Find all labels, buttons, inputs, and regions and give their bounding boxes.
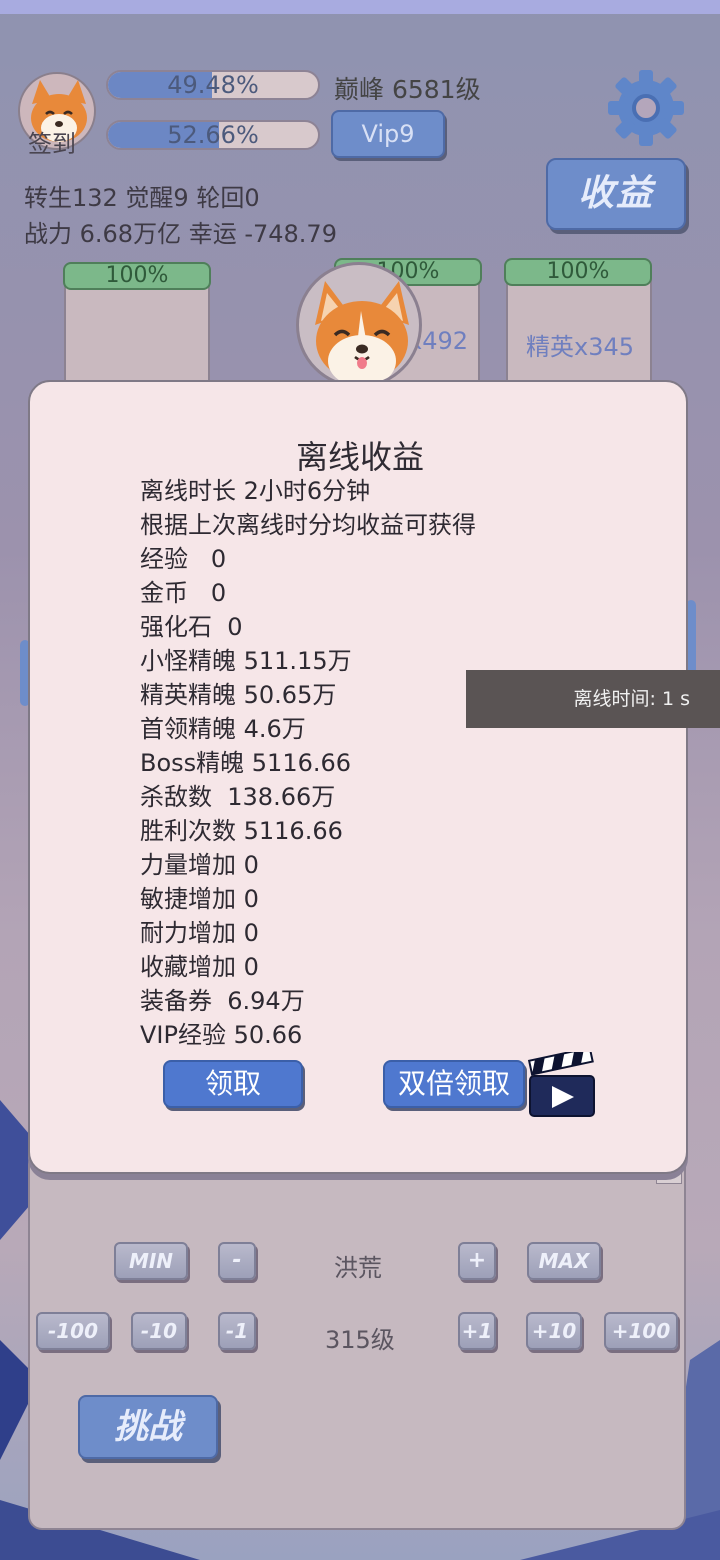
reward-strength: 力量增加 0 [140,851,259,879]
signin-label[interactable]: 签到 [28,124,76,159]
stage-level: 315级 [325,1326,395,1354]
challenge-button[interactable]: 挑战 [78,1395,218,1459]
vip-button[interactable]: Vip9 [331,110,445,158]
plus-10-button[interactable]: +10 [526,1312,582,1350]
plus-area-button[interactable]: + [458,1242,496,1280]
reward-agility: 敏捷增加 0 [140,885,259,913]
peak-level: 巅峰 6581级 [334,75,481,104]
card-1-progress: 100% [63,262,211,290]
dialog-title: 离线收益 [295,438,424,476]
reward-elite-soul: 精英精魄 50.65万 [140,681,337,709]
reward-enhance-stone: 强化石 0 [140,613,243,641]
gear-icon[interactable] [606,68,686,148]
reward-minion-soul: 小怪精魄 511.15万 [140,647,352,675]
reward-list: 离线时长 2小时6分钟 根据上次离线时分均收益可获得 经验 0 金币 0 强化石… [140,474,476,1052]
vip-progress-bar: 52.66% [106,120,320,150]
reward-stamina: 耐力增加 0 [140,919,259,947]
reward-boss-soul: Boss精魄 5116.66 [140,749,352,777]
power-luck-stats: 战力 6.68万亿 幸运 -748.79 [24,220,337,248]
video-clapper-icon[interactable] [528,1052,596,1118]
offline-duration: 离线时长 2小时6分钟 [140,477,371,505]
minus-100-button[interactable]: -100 [36,1312,110,1350]
exp-progress-text: 49.48% [167,71,259,99]
corgi-badge-icon [315,281,409,385]
minus-1-button[interactable]: -1 [218,1312,256,1350]
card-3-label: 精英x345 [526,333,635,361]
offline-time-toast: 离线时间: 1 s [466,670,720,728]
claim-button[interactable]: 领取 [163,1060,303,1108]
reward-collection: 收藏增加 0 [140,953,259,981]
minus-area-button[interactable]: - [218,1242,256,1280]
plus-100-button[interactable]: +100 [604,1312,678,1350]
min-button[interactable]: MIN [114,1242,188,1280]
monster-card-1[interactable] [64,278,210,388]
plus-1-button[interactable]: +1 [458,1312,496,1350]
status-strip [0,0,720,14]
reward-gold: 金币 0 [140,579,227,607]
reward-exp: 经验 0 [140,545,227,573]
double-claim-button[interactable]: 双倍领取 [383,1060,525,1108]
area-name: 洪荒 [334,1254,382,1282]
rebirth-stats: 转生132 觉醒9 轮回0 [24,184,260,212]
exp-progress-bar: 49.48% [106,70,320,100]
minus-10-button[interactable]: -10 [131,1312,187,1350]
reward-description: 根据上次离线时分均收益可获得 [140,511,476,539]
reward-wins: 胜利次数 5116.66 [140,817,343,845]
reward-kills: 杀敌数 138.66万 [140,783,336,811]
reward-vip-exp: VIP经验 50.66 [140,1021,303,1049]
income-button[interactable]: 收益 [546,158,686,230]
reward-equip-ticket: 装备券 6.94万 [140,987,305,1015]
corgi-badge [296,262,422,388]
reward-leader-soul: 首领精魄 4.6万 [140,715,306,743]
max-button[interactable]: MAX [527,1242,601,1280]
vip-progress-text: 52.66% [167,121,259,149]
card-3-progress: 100% [504,258,652,286]
